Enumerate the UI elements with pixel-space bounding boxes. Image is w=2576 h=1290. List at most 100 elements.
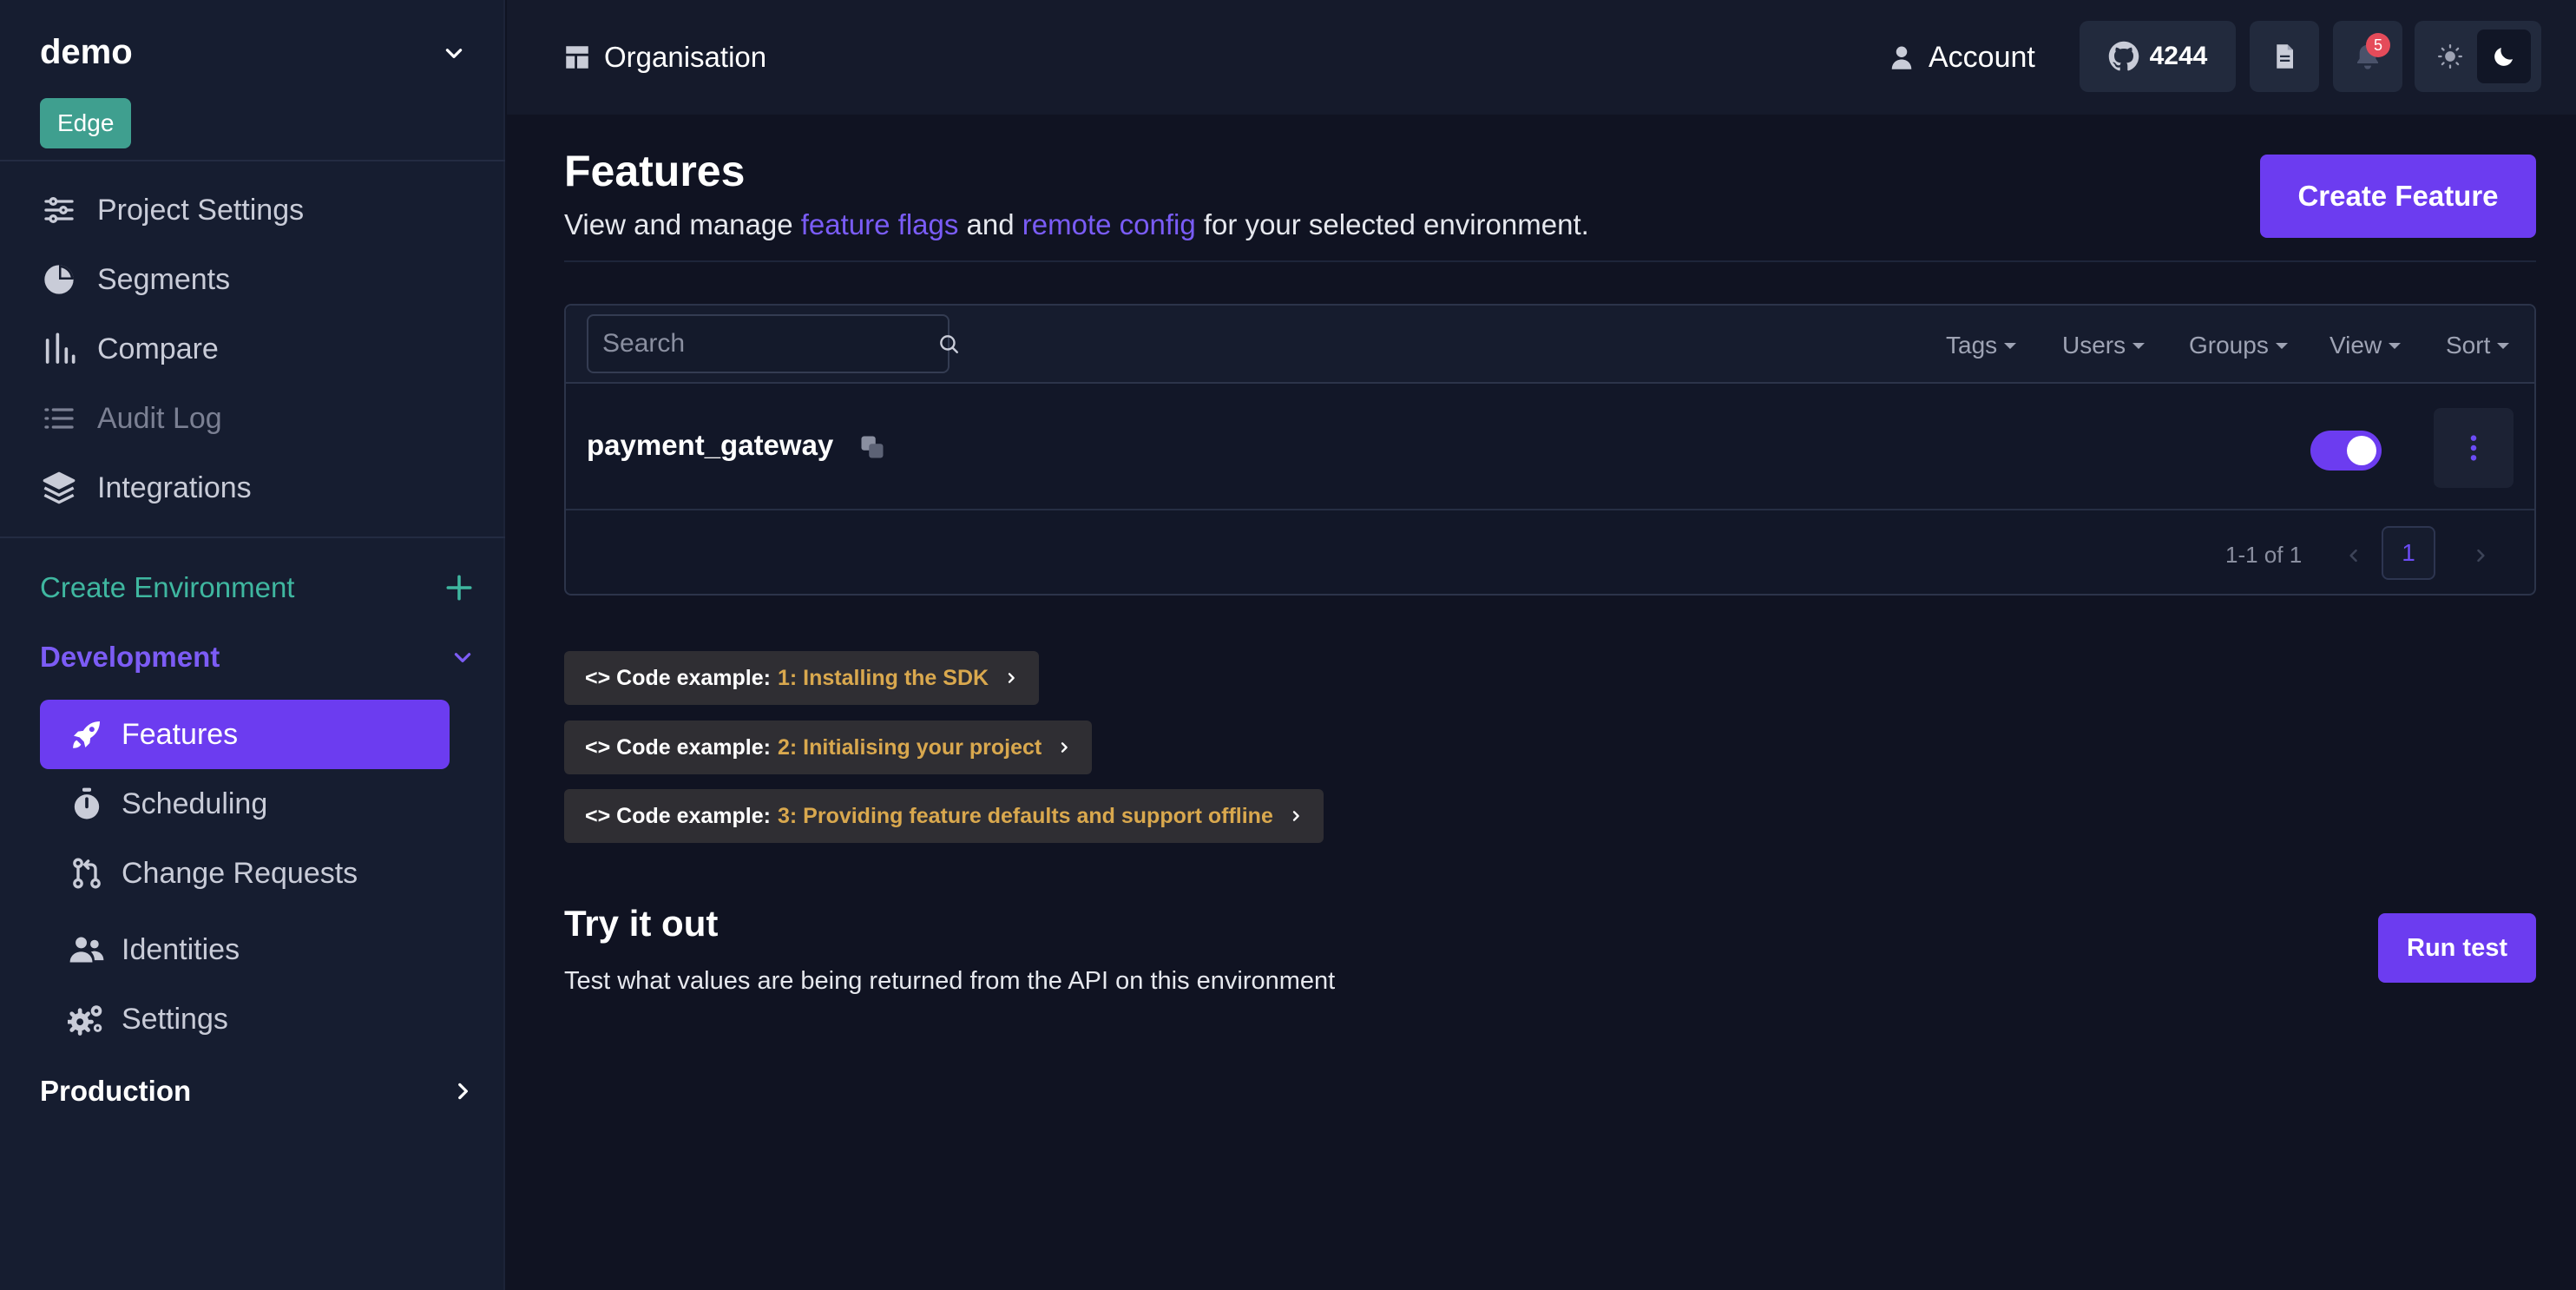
filter-groups[interactable]: Groups — [2189, 328, 2288, 363]
copy-icon[interactable] — [859, 434, 885, 460]
code-example-3[interactable]: <> Code example: 3: Providing feature de… — [564, 789, 1324, 843]
divider — [0, 160, 505, 161]
sidebar-item-label: Project Settings — [97, 193, 305, 227]
sidebar-item-label: Change Requests — [122, 856, 358, 890]
sidebar-item-label: Integrations — [97, 471, 252, 504]
account-link[interactable]: Account — [1889, 33, 2035, 82]
layout-icon — [562, 43, 592, 72]
sidebar-item-label: Identities — [122, 932, 240, 966]
chevron-left-icon[interactable] — [2336, 533, 2371, 578]
filter-label: Sort — [2446, 332, 2491, 359]
chevron-right-icon — [1289, 807, 1303, 825]
divider — [564, 260, 2536, 262]
sidebar-item-audit-log[interactable]: Audit Log — [40, 391, 222, 446]
chevron-right-icon[interactable] — [2463, 533, 2498, 578]
theme-toggle[interactable] — [2415, 21, 2541, 92]
toggle-knob — [2347, 436, 2376, 465]
notification-badge: 5 — [2366, 33, 2390, 57]
sidebar-item-label: Compare — [97, 332, 219, 365]
environment-production[interactable]: Production — [40, 1066, 474, 1116]
create-environment-link[interactable]: Create Environment — [40, 563, 474, 613]
chevron-right-icon — [1057, 739, 1071, 756]
divider — [0, 536, 505, 538]
sun-icon[interactable] — [2423, 30, 2477, 83]
user-icon — [1889, 43, 1915, 71]
breadcrumb-label: Organisation — [604, 41, 767, 73]
breadcrumb[interactable]: Organisation — [562, 33, 766, 82]
sidebar-item-settings[interactable]: Settings — [40, 984, 450, 1054]
sidebar-item-features[interactable]: Features — [40, 700, 450, 769]
caret-down-icon — [2004, 341, 2017, 350]
code-example-1[interactable]: <> Code example: 1: Installing the SDK — [564, 651, 1040, 705]
subtitle-text: for your selected environment. — [1195, 208, 1589, 240]
more-options-button[interactable] — [2434, 408, 2514, 488]
docs-button[interactable] — [2250, 21, 2319, 92]
filter-users[interactable]: Users — [2062, 328, 2146, 363]
chevron-right-icon — [451, 1080, 474, 1102]
features-panel: Tags Users Groups View Sort payment_gate… — [564, 304, 2536, 596]
plus-icon — [444, 573, 474, 602]
sidebar-item-integrations[interactable]: Integrations — [40, 460, 252, 516]
github-stars: 4244 — [2149, 42, 2208, 70]
sidebar-item-change-requests[interactable]: Change Requests — [40, 839, 450, 908]
moon-icon[interactable] — [2477, 30, 2531, 83]
remote-config-link[interactable]: remote config — [1022, 208, 1196, 240]
feature-name[interactable]: payment_gateway — [587, 429, 833, 462]
rocket-icon — [68, 715, 106, 754]
bar-chart-icon — [40, 330, 78, 368]
filter-label: Groups — [2189, 332, 2269, 359]
sidebar-item-scheduling[interactable]: Scheduling — [40, 769, 450, 839]
filter-view[interactable]: View — [2330, 328, 2402, 363]
create-feature-button[interactable]: Create Feature — [2260, 155, 2536, 238]
chevron-right-icon — [1004, 669, 1018, 687]
sidebar-item-segments[interactable]: Segments — [40, 252, 230, 307]
table-row[interactable]: payment_gateway — [566, 385, 2534, 510]
git-pull-request-icon — [68, 854, 106, 892]
search-box[interactable] — [587, 314, 958, 373]
code-example-prefix: <> Code example: — [585, 734, 771, 760]
environment-label: Production — [40, 1075, 192, 1107]
environment-label: Development — [40, 641, 220, 673]
filter-sort[interactable]: Sort — [2446, 328, 2510, 363]
sidebar-item-identities[interactable]: Identities — [40, 915, 450, 984]
filter-tags[interactable]: Tags — [1946, 328, 2017, 363]
caret-down-icon — [2389, 341, 2402, 350]
chevron-down-icon — [451, 646, 474, 668]
stopwatch-icon — [68, 785, 106, 823]
code-example-prefix: <> Code example: — [585, 665, 771, 690]
feature-flags-link[interactable]: feature flags — [801, 208, 959, 240]
page-title: Features — [564, 147, 746, 195]
code-example-step: 3: Providing feature defaults and suppor… — [777, 803, 1273, 828]
try-it-out-subtitle: Test what values are being returned from… — [564, 967, 1336, 995]
pie-chart-icon — [40, 260, 78, 299]
filter-label: Tags — [1946, 332, 1998, 359]
sidebar-item-project-settings[interactable]: Project Settings — [40, 182, 304, 238]
feature-toggle[interactable] — [2310, 431, 2382, 471]
edge-badge: Edge — [40, 98, 132, 148]
account-label: Account — [1929, 40, 2035, 74]
caret-down-icon — [2275, 341, 2288, 350]
run-test-button[interactable]: Run test — [2378, 913, 2536, 983]
page-subtitle: View and manage feature flags and remote… — [564, 208, 1589, 241]
pagination-range: 1-1 of 1 — [2225, 542, 2303, 568]
more-vertical-icon — [2469, 433, 2478, 463]
gears-icon — [68, 1000, 106, 1038]
code-example-prefix: <> Code example: — [585, 803, 771, 828]
sliders-icon — [40, 191, 78, 229]
layers-icon — [40, 469, 78, 507]
sidebar-item-compare[interactable]: Compare — [40, 321, 219, 377]
search-input[interactable] — [602, 329, 937, 359]
sidebar-item-label: Scheduling — [122, 787, 268, 820]
project-name[interactable]: demo — [40, 33, 133, 72]
filter-label: View — [2330, 332, 2382, 359]
github-button[interactable]: 4244 — [2080, 21, 2236, 92]
code-example-2[interactable]: <> Code example: 2: Initialising your pr… — [564, 721, 1093, 774]
caret-down-icon — [2132, 341, 2146, 350]
environment-development[interactable]: Development — [40, 632, 474, 682]
chevron-down-icon[interactable] — [443, 42, 465, 64]
pagination-page[interactable]: 1 — [2382, 526, 2435, 580]
code-example-step: 2: Initialising your project — [777, 734, 1042, 760]
search-icon — [937, 332, 960, 355]
code-example-step: 1: Installing the SDK — [777, 665, 989, 690]
notifications-button[interactable] — [2333, 21, 2402, 92]
